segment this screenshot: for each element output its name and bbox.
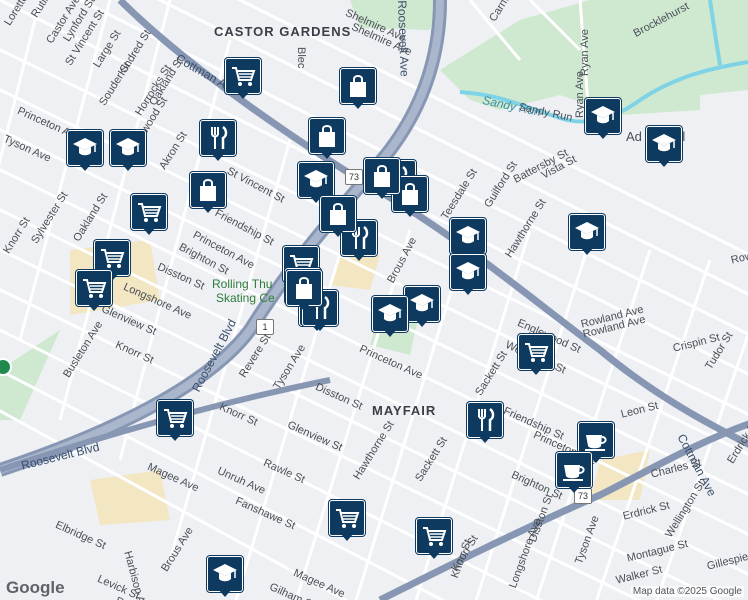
pin-tip [567,485,581,493]
pin-tip [211,153,225,161]
pin-tip [320,151,334,159]
poi-pin-school[interactable] [110,130,146,172]
pin-tip [121,163,135,171]
pin-tip [352,253,366,261]
pin-tip [403,209,417,217]
pin-tip [201,205,215,213]
pin-tip [529,367,543,375]
pin-tip [427,551,441,559]
pin-tip [351,101,365,109]
poi-pin-grocery[interactable] [76,270,112,312]
area-label-castor-gardens: CASTOR GARDENS [214,24,352,39]
google-logo: Google [6,578,65,597]
park-label-line-2: Skating Ce [216,291,275,305]
poi-pin-restaurant[interactable] [200,120,236,162]
park-label-line-1: Rolling Thu [212,277,273,291]
pin-tip [657,159,671,167]
street-label: Blec [295,47,307,69]
pin-tip [383,329,397,337]
pin-tip [340,533,354,541]
poi-pin-restaurant[interactable] [467,402,503,444]
poi-pin-grocery[interactable] [225,58,261,100]
poi-pin-grocery[interactable] [518,334,554,376]
pin-tip [236,91,250,99]
poi-pin-school[interactable] [569,214,605,256]
pin-tip [78,163,92,171]
poi-pin-grocery[interactable] [416,518,452,560]
poi-pin-shopping[interactable] [309,118,345,160]
map-attribution: Map data ©2025 Google [630,586,744,597]
poi-pin-school[interactable] [585,98,621,140]
pin-tip [331,229,345,237]
pin-tip [461,287,475,295]
pin-tip [580,247,594,255]
poi-pin-school[interactable] [450,254,486,296]
pin-tip [87,303,101,311]
poi-pin-school[interactable] [67,130,103,172]
poi-pin-shopping[interactable] [286,270,322,312]
area-label-mayfair: MAYFAIR [372,403,437,418]
poi-pin-shopping[interactable] [190,172,226,214]
pin-tip [313,323,327,331]
pin-tip [415,319,429,327]
map-canvas[interactable]: CASTOR GARDENS MAYFAIR Sandy Run Rolling… [0,0,748,600]
pin-tip [218,589,232,597]
pin-tip [168,433,182,441]
poi-pin-school[interactable] [404,286,440,328]
pin-tip [297,303,311,311]
pin-tip [478,435,492,443]
poi-pin-shopping[interactable] [320,196,356,238]
poi-pin-school[interactable] [207,556,243,598]
poi-pin-school[interactable] [372,296,408,338]
route-shield-73-a: 73 [345,169,363,185]
pin-tip [142,227,156,235]
poi-pin-grocery[interactable] [131,194,167,236]
poi-pin-shopping[interactable] [340,68,376,110]
pin-tip [375,191,389,199]
poi-pin-cafe[interactable] [556,452,592,494]
poi-pin-shopping[interactable] [364,158,400,200]
pin-tip [596,131,610,139]
poi-pin-grocery[interactable] [329,500,365,542]
street-label: Ryan Ave [579,29,591,76]
poi-pin-school[interactable] [646,126,682,168]
poi-pin-grocery[interactable] [157,400,193,442]
